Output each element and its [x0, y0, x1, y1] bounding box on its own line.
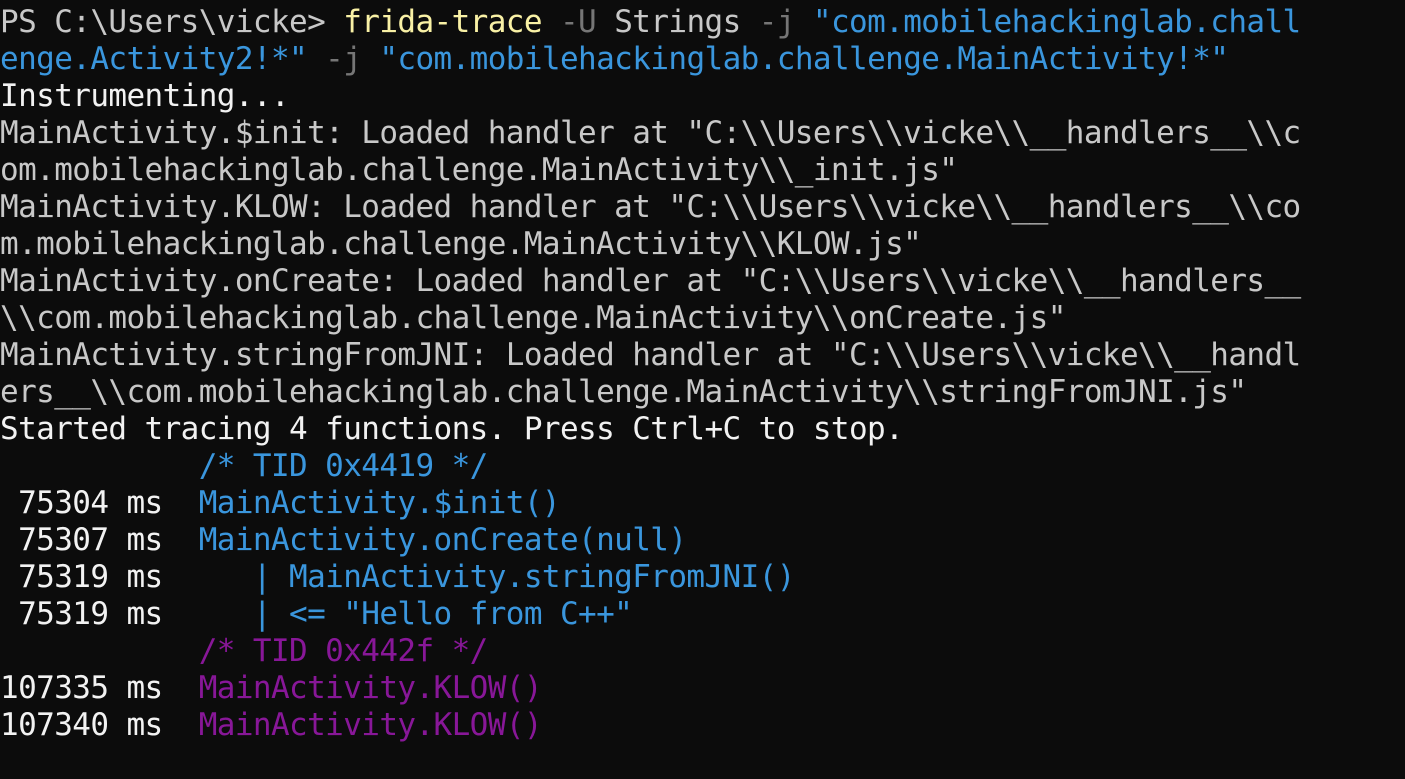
arg-j-second: "com.mobilehackinglab.challenge.MainActi… — [361, 41, 1229, 77]
arg-j-first-part1: "com.mobilehackinglab.chall — [794, 4, 1301, 40]
trace-call: | MainActivity.stringFromJNI() — [198, 559, 796, 595]
handler-line: MainActivity.onCreate: Loaded handler at… — [0, 263, 1301, 299]
flag-j-first: -j — [740, 4, 796, 40]
trace-row: 75319 ms | MainActivity.stringFromJNI() — [0, 559, 1405, 596]
trace-call: MainActivity.$init() — [198, 485, 561, 521]
trace-call: | <= "Hello from C++" — [198, 596, 633, 632]
trace-time: 75319 ms — [0, 559, 199, 595]
trace-row: 75304 ms MainActivity.$init() — [0, 485, 1405, 522]
ps-prompt: PS C:\Users\vicke> — [0, 4, 344, 40]
handler-line: MainActivity.stringFromJNI: Loaded handl… — [0, 337, 1301, 373]
trace-row: 75307 ms MainActivity.onCreate(null) — [0, 522, 1405, 559]
command-name: frida-trace — [343, 4, 542, 40]
prompt-line-wrap: enge.Activity2!*" -j "com.mobilehackingl… — [0, 41, 1405, 78]
started-tracing-text: Started tracing 4 functions. Press Ctrl+… — [0, 411, 904, 447]
arg-strings: Strings — [596, 4, 741, 40]
trace-time: 75307 ms — [0, 522, 199, 558]
handler-line: MainActivity.KLOW: Loaded handler at "C:… — [0, 189, 1301, 225]
terminal-window[interactable]: PS C:\Users\vicke> frida-trace -U String… — [0, 0, 1405, 779]
trace-call: MainActivity.KLOW() — [198, 670, 543, 706]
trace-time: 75319 ms — [0, 596, 199, 632]
trace-call: MainActivity.KLOW() — [198, 707, 543, 743]
handler-line: m.mobilehackinglab.challenge.MainActivit… — [0, 226, 922, 262]
handler-line: ers__\\com.mobilehackinglab.challenge.Ma… — [0, 374, 1247, 410]
trace-row: 107335 ms MainActivity.KLOW() — [0, 670, 1405, 707]
trace-call: MainActivity.onCreate(null) — [198, 522, 687, 558]
trace-row: 75319 ms | <= "Hello from C++" — [0, 596, 1405, 633]
thread-header-0x442f: /* TID 0x442f */ — [0, 633, 489, 669]
thread-header-0x4419: /* TID 0x4419 */ — [0, 448, 489, 484]
arg-j-first-part2: enge.Activity2!*" — [0, 41, 308, 77]
trace-time: 75304 ms — [0, 485, 199, 521]
instrumenting-text: Instrumenting... — [0, 78, 290, 114]
prompt-line: PS C:\Users\vicke> frida-trace -U String… — [0, 4, 1405, 41]
handler-line: om.mobilehackinglab.challenge.MainActivi… — [0, 152, 958, 188]
flag-u: -U — [541, 4, 597, 40]
handler-line: \\com.mobilehackinglab.challenge.MainAct… — [0, 300, 1066, 336]
handler-line: MainActivity.$init: Loaded handler at "C… — [0, 115, 1301, 151]
trace-time: 107335 ms — [0, 670, 199, 706]
flag-j-second: -j — [307, 41, 362, 77]
trace-time: 107340 ms — [0, 707, 199, 743]
trace-row: 107340 ms MainActivity.KLOW() — [0, 707, 1405, 744]
